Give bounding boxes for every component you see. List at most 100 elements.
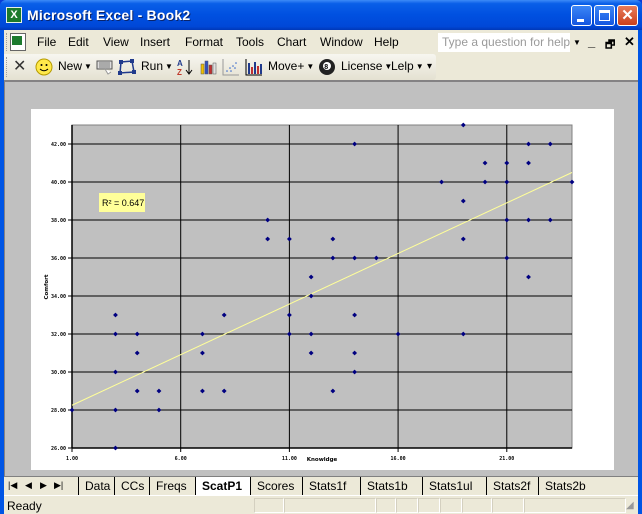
chevron-down-icon: ▼ bbox=[415, 62, 424, 71]
help-dropdown-icon[interactable]: ▼ bbox=[570, 33, 584, 52]
status-cell bbox=[418, 498, 440, 513]
svg-text:8: 8 bbox=[324, 64, 328, 71]
new-dropdown[interactable]: New ▼ bbox=[58, 59, 92, 73]
next-sheet-icon[interactable]: ▶ bbox=[40, 480, 47, 491]
sheet-tab-bar: |◀ ◀ ▶ ▶| Data CCs Freqs ScatP1 Scores Stats1… bbox=[4, 476, 638, 495]
chart-sheet: 26.00 28.00 30.00 32.00 34.00 36.00 38.00 40.00… bbox=[4, 80, 638, 476]
toolbar-options-icon[interactable]: ▾ bbox=[427, 61, 432, 72]
r-squared-label: R² = 0.647 bbox=[102, 198, 144, 208]
help-search-input[interactable]: Type a question for help bbox=[438, 33, 584, 52]
license-dropdown[interactable]: License ▼ bbox=[341, 59, 392, 73]
smiley-icon[interactable] bbox=[35, 58, 53, 76]
doc-close-button[interactable]: ✕ bbox=[624, 34, 635, 50]
lelp-label: Lelp bbox=[391, 59, 414, 73]
menu-tools[interactable]: Tools bbox=[236, 35, 264, 49]
move-plus-dropdown[interactable]: Move+ ▼ bbox=[268, 59, 314, 73]
workbook-icon[interactable] bbox=[10, 33, 26, 51]
svg-text:A: A bbox=[177, 59, 183, 68]
menu-chart[interactable]: Chart bbox=[277, 35, 306, 49]
status-bar: Ready ◢ bbox=[4, 495, 638, 514]
excel-app-icon[interactable]: X bbox=[6, 7, 22, 23]
client-area: File Edit View Insert Format Tools Chart… bbox=[4, 30, 638, 514]
y-tick-label: 40.00 bbox=[51, 180, 66, 186]
status-cell bbox=[376, 498, 396, 513]
y-tick-label: 32.00 bbox=[51, 332, 66, 338]
prev-sheet-icon[interactable]: ◀ bbox=[25, 480, 32, 491]
title-bar[interactable]: X Microsoft Excel - Book2 ✕ bbox=[0, 0, 642, 30]
x-tick-label: 1.00 bbox=[66, 456, 78, 462]
chart-area[interactable]: 26.00 28.00 30.00 32.00 34.00 36.00 38.00 40.00… bbox=[31, 109, 614, 470]
y-tick-label: 30.00 bbox=[51, 370, 66, 376]
menu-bar: File Edit View Insert Format Tools Chart… bbox=[4, 30, 638, 54]
polygon-nodes-icon[interactable] bbox=[118, 58, 136, 76]
y-tick-label: 36.00 bbox=[51, 256, 66, 262]
sheet-tab-stats1ul[interactable]: Stats1ul bbox=[422, 477, 486, 495]
sheet-tab-scores[interactable]: Scores bbox=[250, 477, 302, 495]
status-cell bbox=[492, 498, 524, 513]
status-cell bbox=[462, 498, 492, 513]
status-cell bbox=[254, 498, 284, 513]
menu-help[interactable]: Help bbox=[374, 35, 399, 49]
y-axis-title: Comfort bbox=[44, 274, 50, 299]
y-tick-label: 26.00 bbox=[51, 446, 66, 452]
excel-window: X Microsoft Excel - Book2 ✕ File Edit Vi… bbox=[0, 0, 642, 514]
last-sheet-icon[interactable]: ▶| bbox=[54, 480, 63, 491]
status-text: Ready bbox=[7, 499, 42, 513]
eight-ball-icon[interactable]: 8 bbox=[318, 58, 336, 76]
sheet-tab-scatp1[interactable]: ScatP1 bbox=[195, 477, 250, 495]
sheet-tab-stats1f[interactable]: Stats1f bbox=[302, 477, 360, 495]
menu-view[interactable]: View bbox=[103, 35, 129, 49]
toolbar-grip[interactable] bbox=[6, 57, 9, 77]
doc-minimize-button[interactable]: _ bbox=[588, 34, 595, 49]
doc-restore-button[interactable]: 🗗 bbox=[605, 36, 615, 55]
maximize-button[interactable] bbox=[594, 5, 615, 26]
status-cell bbox=[440, 498, 462, 513]
sheet-tab-ccs[interactable]: CCs bbox=[114, 477, 149, 495]
maximize-icon bbox=[599, 10, 610, 21]
minimize-button[interactable] bbox=[571, 5, 592, 26]
chevron-down-icon: ▼ bbox=[306, 62, 315, 71]
y-tick-label: 28.00 bbox=[51, 408, 66, 414]
new-label: New bbox=[58, 59, 83, 73]
svg-text:Z: Z bbox=[177, 68, 182, 76]
close-icon: ✕ bbox=[621, 7, 634, 24]
plot-area bbox=[71, 124, 573, 449]
sort-ascending-icon[interactable]: A Z bbox=[176, 58, 194, 76]
status-cell bbox=[396, 498, 418, 513]
scatter-chart: 26.00 28.00 30.00 32.00 34.00 36.00 38.00 40.00… bbox=[44, 122, 575, 463]
custom-toolbar: ✕ New ▼ Run ▼ A Z Move+ ▼ 8 License ▼ Le… bbox=[4, 54, 436, 80]
status-cell bbox=[524, 498, 626, 513]
menu-window[interactable]: Window bbox=[320, 35, 363, 49]
sheet-tab-data[interactable]: Data bbox=[78, 477, 114, 495]
first-sheet-icon[interactable]: |◀ bbox=[8, 480, 17, 491]
sheet-tab-stats2f[interactable]: Stats2f bbox=[486, 477, 538, 495]
menu-format[interactable]: Format bbox=[185, 35, 223, 49]
sheet-tab-freqs[interactable]: Freqs bbox=[149, 477, 195, 495]
menu-file[interactable]: File bbox=[37, 35, 56, 49]
scatter-chart-icon[interactable] bbox=[222, 58, 240, 76]
sheet-tab-stats1b[interactable]: Stats1b bbox=[360, 477, 422, 495]
menu-edit[interactable]: Edit bbox=[68, 35, 89, 49]
minimize-icon bbox=[577, 19, 584, 22]
y-tick-label: 34.00 bbox=[51, 294, 66, 300]
license-label: License bbox=[341, 59, 383, 73]
x-axis-title: Knowldge bbox=[307, 457, 338, 463]
chevron-down-icon: ▼ bbox=[165, 62, 173, 71]
close-button[interactable]: ✕ bbox=[617, 5, 638, 26]
histogram-icon[interactable] bbox=[245, 58, 263, 76]
x-tick-label: 6.00 bbox=[175, 456, 187, 462]
y-tick-label: 38.00 bbox=[51, 218, 66, 224]
move-plus-label: Move+ bbox=[268, 59, 305, 73]
delete-x-icon[interactable]: ✕ bbox=[13, 56, 26, 76]
resize-grip-icon[interactable]: ◢ bbox=[626, 500, 634, 511]
run-label: Run bbox=[141, 59, 164, 73]
x-tick-label: 11.00 bbox=[282, 456, 297, 462]
bar-chart-icon[interactable] bbox=[199, 58, 217, 76]
menubar-grip[interactable] bbox=[6, 33, 9, 51]
sheet-tab-stats2b[interactable]: Stats2b bbox=[538, 477, 594, 495]
menu-insert[interactable]: Insert bbox=[140, 35, 170, 49]
x-tick-label: 16.00 bbox=[391, 456, 406, 462]
keyboard-icon[interactable] bbox=[96, 58, 114, 76]
run-dropdown[interactable]: Run ▼ bbox=[141, 59, 173, 73]
lelp-dropdown[interactable]: Lelp ▼ bbox=[391, 59, 424, 73]
